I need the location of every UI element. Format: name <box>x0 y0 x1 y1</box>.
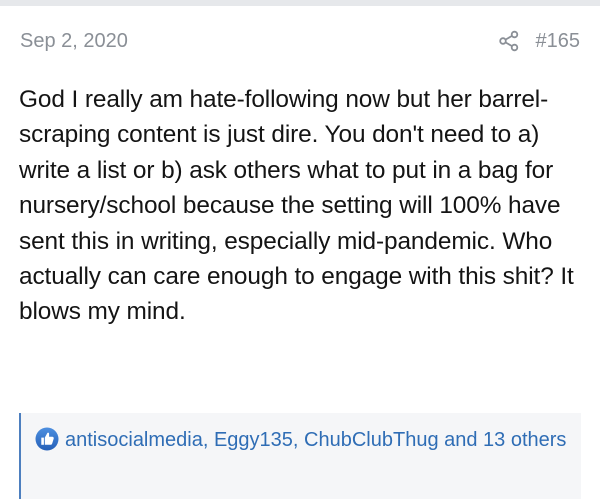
share-icon[interactable] <box>498 30 520 52</box>
like-icon <box>35 427 59 451</box>
post-date-link[interactable]: Sep 2, 2020 <box>20 30 128 53</box>
reactions-summary: antisocialmedia, Eggy135, ChubClubThug a… <box>35 425 567 455</box>
reactions-bar: antisocialmedia, Eggy135, ChubClubThug a… <box>19 413 581 499</box>
post-message-body: God I really am hate-following now but h… <box>19 86 574 326</box>
reactions-users-link[interactable]: antisocialmedia, Eggy135, ChubClubThug a… <box>65 429 566 451</box>
post-number-link[interactable]: #165 <box>536 30 581 53</box>
top-divider <box>0 0 600 6</box>
post-header-actions: #165 <box>498 30 581 53</box>
post-header: Sep 2, 2020 #165 <box>20 25 580 57</box>
